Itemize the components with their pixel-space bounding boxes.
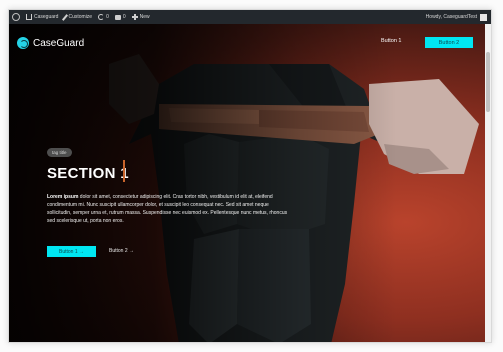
admin-comments-count: 0 — [122, 14, 126, 20]
admin-account[interactable]: Howdy, CaseguardTest — [425, 13, 487, 21]
admin-greeting: Howdy, CaseguardTest — [425, 14, 477, 20]
admin-updates-link[interactable]: 0 — [98, 14, 109, 20]
cta-button-2[interactable]: Button 2 → — [109, 248, 134, 254]
admin-new-label: New — [139, 14, 150, 20]
brand-logo[interactable]: CaseGuard — [17, 37, 84, 49]
header-button-1[interactable]: Button 1 — [381, 38, 402, 44]
admin-customize-link[interactable]: Customize — [62, 13, 93, 21]
comment-icon — [114, 14, 121, 20]
hero-section: CaseGuard Button 1 Button 2 tag title SE… — [9, 24, 491, 342]
brand-logo-icon — [17, 37, 29, 49]
admin-bar: Caseguard Customize 0 0 New Howdy, Caseg… — [9, 10, 491, 24]
admin-updates-count: 0 — [106, 14, 109, 20]
cta-button-1[interactable]: Button 1 → — [47, 246, 96, 257]
scrollbar[interactable] — [485, 24, 491, 342]
plus-icon — [131, 14, 138, 20]
section-title: SECTION 1 — [47, 165, 129, 182]
refresh-icon — [98, 14, 105, 20]
admin-new-link[interactable]: New — [131, 14, 150, 20]
admin-customize-label: Customize — [68, 14, 93, 20]
hero-overlay — [9, 24, 491, 342]
page-frame: Caseguard Customize 0 0 New Howdy, Caseg… — [0, 0, 503, 352]
section-description: Lorem ipsum dolor sit amet, consectetur … — [47, 193, 293, 225]
wordpress-icon[interactable] — [12, 13, 20, 21]
home-icon — [26, 14, 32, 20]
description-lead: Lorem ipsum — [47, 194, 79, 200]
admin-site-link[interactable]: Caseguard — [26, 14, 58, 20]
title-accent-bar — [123, 160, 125, 182]
section-tag: tag title — [47, 148, 72, 157]
brand-name: CaseGuard — [33, 37, 85, 49]
header-button-2[interactable]: Button 2 — [425, 37, 473, 48]
avatar — [480, 13, 487, 21]
scrollbar-thumb[interactable] — [486, 52, 490, 112]
browser-viewport: Caseguard Customize 0 0 New Howdy, Caseg… — [8, 9, 492, 343]
admin-site-name: Caseguard — [34, 14, 59, 20]
admin-comments-link[interactable]: 0 — [114, 14, 126, 20]
description-body: dolor sit amet, consectetur adipiscing e… — [47, 194, 288, 224]
